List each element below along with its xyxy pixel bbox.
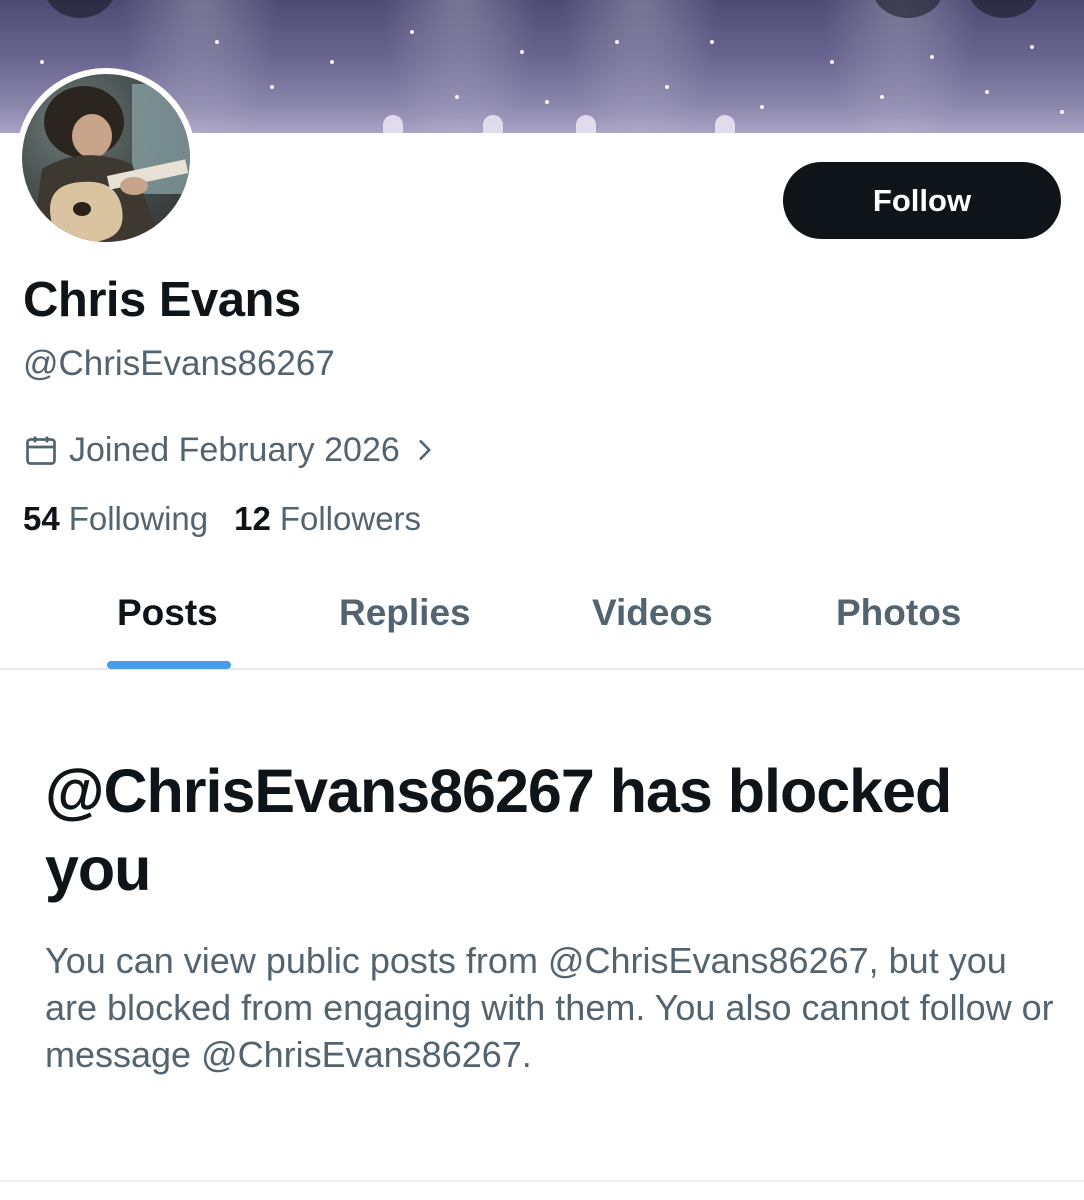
followers-count: 12 (234, 500, 271, 537)
tab-videos[interactable]: Videos (592, 592, 713, 634)
followers-label: Followers (279, 500, 422, 537)
following-label: Following (68, 500, 209, 537)
following-link[interactable]: 54 Following (23, 500, 208, 538)
joined-date[interactable]: Joined February 2026 (23, 428, 438, 472)
avatar[interactable] (16, 68, 196, 248)
profile-page: Follow Chris Evans @ChrisEvans86267 Join… (0, 0, 1084, 1200)
user-handle: @ChrisEvans86267 (23, 344, 335, 383)
back-button[interactable] (44, 0, 116, 18)
chevron-right-icon[interactable] (412, 437, 438, 463)
divider (0, 1180, 1084, 1182)
following-count: 54 (23, 500, 60, 537)
follow-stats: 54 Following 12 Followers (23, 500, 421, 538)
active-tab-indicator (107, 661, 231, 669)
followers-link[interactable]: 12 Followers (234, 500, 421, 538)
avatar-image (22, 74, 190, 242)
follow-button[interactable]: Follow (783, 162, 1061, 239)
tab-photos[interactable]: Photos (836, 592, 961, 634)
profile-tabs: Posts Replies Videos Photos (0, 570, 1084, 670)
blocked-description: You can view public posts from @ChrisEva… (45, 940, 1054, 1075)
tab-replies[interactable]: Replies (339, 592, 471, 634)
calendar-icon (26, 436, 56, 465)
joined-label: Joined February 2026 (69, 430, 400, 469)
guitarist-photo-icon (32, 84, 190, 242)
blocked-heading: @ChrisEvans86267 has blocked you (45, 757, 952, 903)
display-name: Chris Evans (23, 273, 301, 327)
tab-posts[interactable]: Posts (117, 592, 218, 634)
